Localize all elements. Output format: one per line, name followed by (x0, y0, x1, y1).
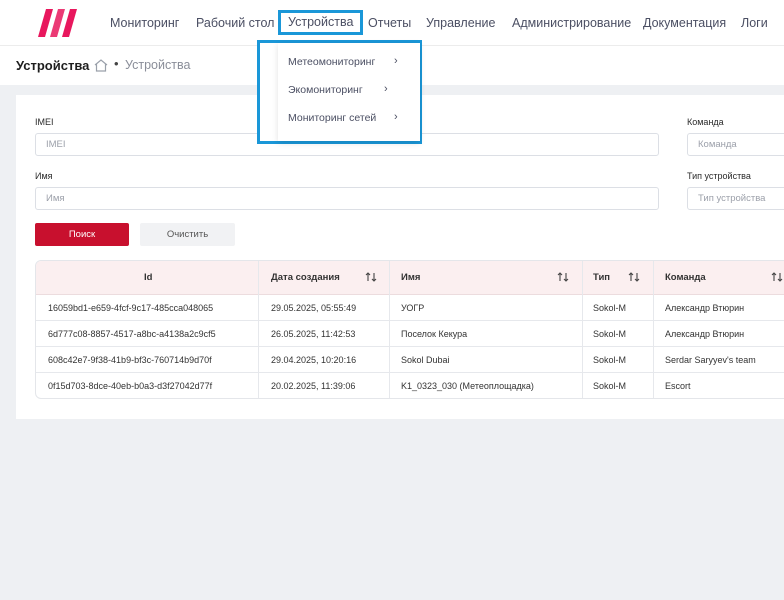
team-input[interactable]: Команда (687, 133, 784, 156)
devices-table: Id Дата создания Имя Тип Команда 16059bd… (35, 260, 784, 399)
cell-created: 29.04.2025, 10:20:16 (271, 355, 357, 365)
nav-item-monitoring[interactable]: Мониторинг (110, 16, 179, 30)
team-label: Команда (687, 117, 724, 127)
cell-team: Escort (665, 381, 691, 391)
nav-item-reports[interactable]: Отчеты (368, 16, 411, 30)
logo-icon[interactable] (38, 9, 78, 37)
cell-name: УОГР (401, 303, 425, 313)
cell-id: 6d777c08-8857-4517-a8bc-a4138a2c9cf5 (48, 329, 216, 339)
column-header-team[interactable]: Команда (665, 272, 706, 283)
cell-team: Александр Втюрин (665, 329, 745, 339)
breadcrumb-current: Устройства (125, 58, 191, 72)
sort-icon[interactable] (365, 271, 377, 283)
page-title: Устройства (16, 58, 90, 73)
table-row[interactable]: 608c42e7-9f38-41b9-bf3c-760714b9d70f 29.… (36, 347, 784, 373)
menu-item-meteo-monitoring[interactable]: Метеомониторинг (288, 56, 375, 68)
table-row[interactable]: 16059bd1-e659-4fcf-9c17-485cca048065 29.… (36, 295, 784, 321)
nav-item-management[interactable]: Управление (426, 16, 496, 30)
table-row[interactable]: 6d777c08-8857-4517-a8bc-a4138a2c9cf5 26.… (36, 321, 784, 347)
nav-item-desktop[interactable]: Рабочий стол (196, 16, 274, 30)
breadcrumb-separator: • (114, 56, 119, 71)
chevron-right-icon: › (394, 111, 398, 123)
cell-type: Sokol-M (593, 329, 627, 339)
chevron-right-icon: › (394, 55, 398, 67)
cell-created: 26.05.2025, 11:42:53 (271, 329, 356, 339)
nav-item-administration[interactable]: Администрирование (512, 16, 631, 30)
cell-team: Serdar Saryyev's team (665, 355, 756, 365)
cell-type: Sokol-M (593, 303, 627, 313)
cell-name: Sokol Dubai (401, 355, 450, 365)
column-header-name[interactable]: Имя (401, 272, 420, 283)
sort-icon[interactable] (557, 271, 569, 283)
cell-created: 20.02.2025, 11:39:06 (271, 381, 356, 391)
cell-type: Sokol-M (593, 355, 627, 365)
imei-label: IMEI (35, 117, 54, 127)
devices-dropdown: Метеомониторинг › Экомониторинг › Монито… (257, 40, 422, 144)
table-header: Id Дата создания Имя Тип Команда (36, 261, 784, 295)
dropdown-menu: Метеомониторинг › Экомониторинг › Монито… (278, 43, 420, 141)
device-type-label: Тип устройства (687, 171, 751, 181)
search-button[interactable]: Поиск (35, 223, 129, 246)
cell-id: 608c42e7-9f38-41b9-bf3c-760714b9d70f (48, 355, 212, 365)
cell-team: Александр Втюрин (665, 303, 745, 313)
cell-name: K1_0323_030 (Метеоплощадка) (401, 381, 534, 391)
nav-item-documentation[interactable]: Документация (643, 16, 726, 30)
clear-button[interactable]: Очистить (140, 223, 235, 246)
cell-created: 29.05.2025, 05:55:49 (271, 303, 357, 313)
menu-item-network-monitoring[interactable]: Мониторинг сетей (288, 112, 376, 124)
table-row[interactable]: 0f15d703-8dce-40eb-b0a3-d3f27042d77f 20.… (36, 373, 784, 398)
column-header-type[interactable]: Тип (593, 272, 610, 283)
chevron-right-icon: › (384, 83, 388, 95)
sort-icon[interactable] (771, 271, 783, 283)
cell-name: Поселок Кекура (401, 329, 468, 339)
home-icon[interactable] (94, 59, 108, 72)
device-type-input[interactable]: Тип устройства (687, 187, 784, 210)
nav-item-devices[interactable]: Устройства (278, 10, 364, 35)
name-label: Имя (35, 171, 53, 181)
cell-id: 16059bd1-e659-4fcf-9c17-485cca048065 (48, 303, 214, 313)
sort-icon[interactable] (628, 271, 640, 283)
cell-type: Sokol-M (593, 381, 627, 391)
cell-id: 0f15d703-8dce-40eb-b0a3-d3f27042d77f (48, 381, 213, 391)
name-input[interactable]: Имя (35, 187, 659, 210)
column-header-created[interactable]: Дата создания (271, 272, 340, 283)
column-header-id[interactable]: Id (144, 272, 152, 283)
nav-item-logs[interactable]: Логи (741, 16, 768, 30)
menu-item-eco-monitoring[interactable]: Экомониторинг (288, 84, 363, 96)
